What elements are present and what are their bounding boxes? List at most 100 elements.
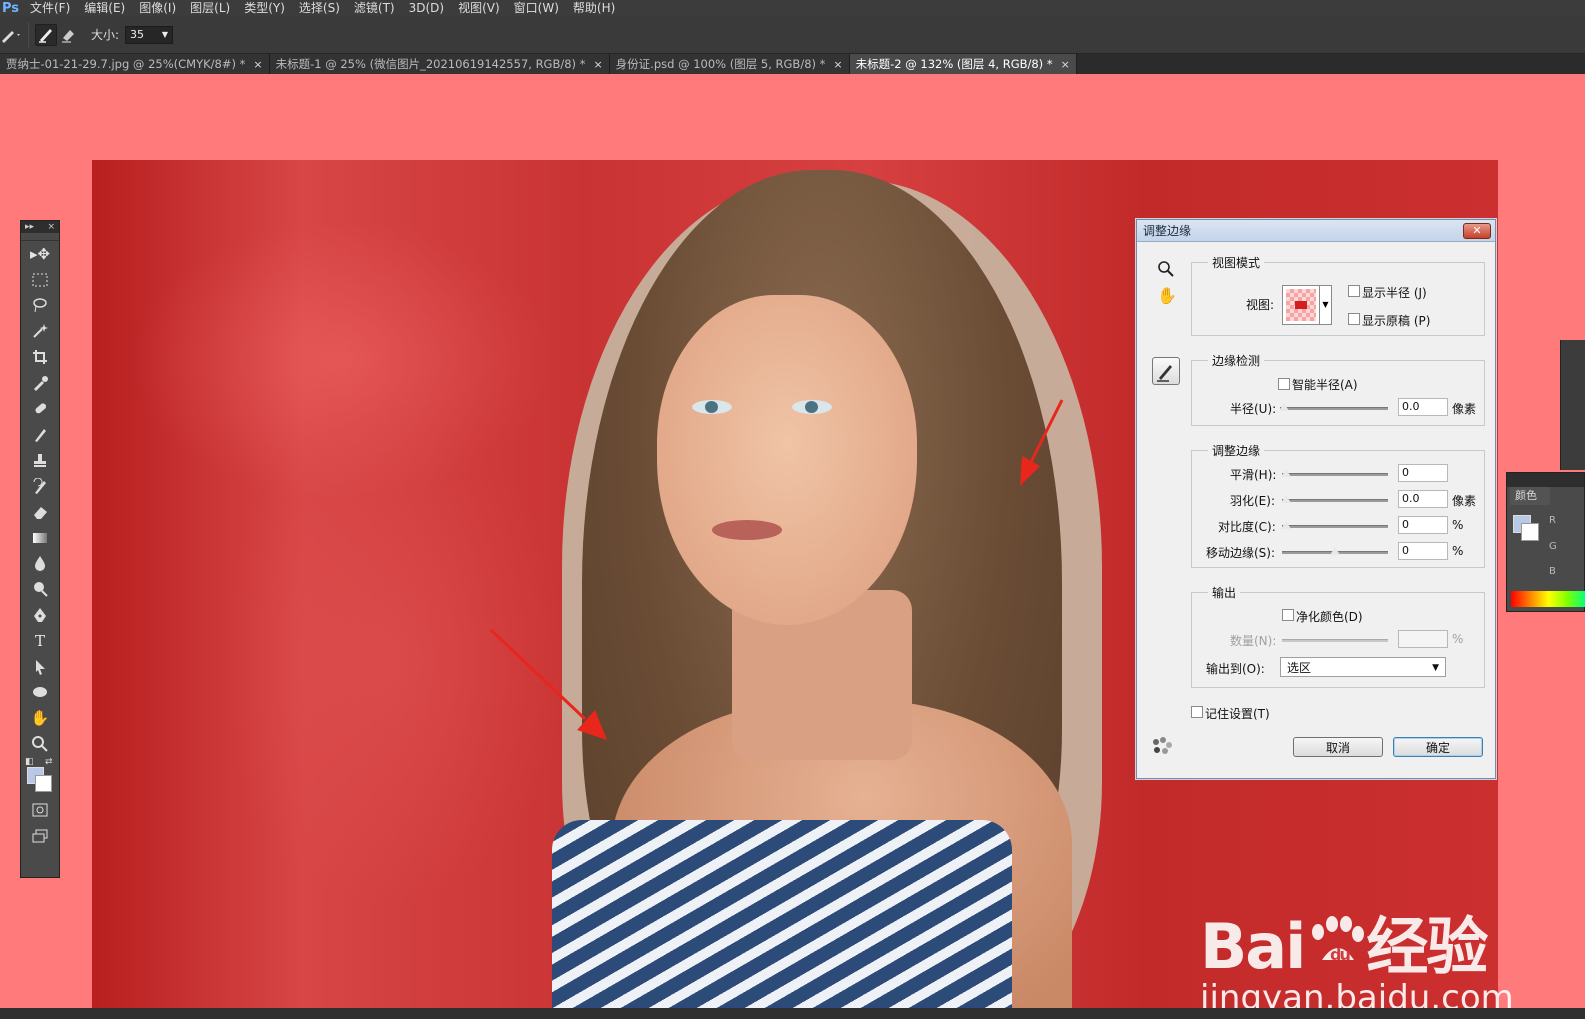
face [657, 295, 917, 625]
annotation-arrow-icon [1020, 399, 1064, 486]
menu-image[interactable]: 图像(I) [139, 1, 176, 15]
screen-mode-icon[interactable] [21, 823, 59, 849]
document-tab[interactable]: 身份证.psd @ 100% (图层 5, RGB/8) * × [609, 54, 850, 74]
zoom-tool-icon[interactable] [21, 731, 59, 757]
color-ramp[interactable] [1511, 591, 1585, 607]
blur-tool-icon[interactable] [21, 551, 59, 577]
smooth-input[interactable]: 0 [1398, 464, 1448, 482]
menu-type[interactable]: 类型(Y) [244, 1, 285, 15]
channel-r-label: R [1549, 515, 1556, 526]
document-tab[interactable]: 未标题-1 @ 25% (微信图片_20210619142557, RGB/8)… [269, 54, 610, 74]
slider-knob[interactable] [1281, 495, 1291, 503]
menu-file[interactable]: 文件(F) [30, 1, 70, 15]
menu-view[interactable]: 视图(V) [458, 1, 500, 15]
amount-input [1398, 630, 1448, 648]
brush-size-field[interactable]: 35 ▼ [125, 25, 174, 44]
smooth-slider[interactable] [1281, 469, 1388, 477]
refine-radius-icon[interactable] [1152, 357, 1180, 385]
menu-filter[interactable]: 滤镜(T) [354, 1, 395, 15]
menu-3d[interactable]: 3D(D) [409, 1, 444, 15]
feather-slider[interactable] [1281, 495, 1388, 503]
dodge-tool-icon[interactable] [21, 576, 59, 602]
type-tool-icon[interactable]: T [21, 628, 59, 654]
close-icon[interactable]: × [253, 58, 262, 71]
menu-edit[interactable]: 编辑(E) [84, 1, 125, 15]
slider-knob[interactable] [1281, 521, 1291, 529]
chevron-down-icon[interactable]: ▼ [162, 30, 168, 39]
magic-wand-tool-icon[interactable] [21, 318, 59, 344]
left-eye [692, 400, 732, 414]
close-icon[interactable]: × [47, 221, 55, 233]
close-icon[interactable]: × [593, 58, 602, 71]
chevron-down-icon[interactable]: ▼ [1319, 286, 1331, 324]
path-selection-tool-icon[interactable] [21, 654, 59, 680]
shift-edge-input[interactable]: 0 [1398, 542, 1448, 560]
collapsed-panel-dock[interactable] [1560, 340, 1585, 470]
slider-knob[interactable] [1330, 547, 1340, 555]
zoom-icon[interactable] [1157, 260, 1175, 282]
ok-button[interactable]: 确定 [1393, 737, 1483, 757]
lasso-tool-icon[interactable] [21, 293, 59, 319]
hand-icon[interactable]: ✋ [1157, 286, 1177, 305]
quick-mask-icon[interactable] [21, 797, 59, 823]
healing-brush-tool-icon[interactable] [21, 396, 59, 422]
close-icon[interactable]: × [833, 58, 842, 71]
edge-detection-legend: 边缘检测 [1208, 352, 1265, 369]
eraser-tool-icon[interactable] [21, 499, 59, 525]
menu-help[interactable]: 帮助(H) [573, 1, 615, 15]
erase-refinements-tool-icon[interactable] [57, 24, 79, 46]
clone-stamp-tool-icon[interactable] [21, 447, 59, 473]
color-swatches[interactable]: ◧ ⇄ [21, 757, 59, 797]
gradient-tool-icon[interactable] [21, 525, 59, 551]
eyedropper-tool-icon[interactable] [21, 370, 59, 396]
smart-radius-checkbox[interactable] [1278, 378, 1290, 390]
amount-slider [1282, 639, 1388, 642]
brush-tool-icon[interactable] [21, 422, 59, 448]
swap-colors-icon[interactable]: ⇄ [45, 757, 53, 767]
chevron-down-icon[interactable]: ▼ [1432, 663, 1439, 673]
hand-tool-icon[interactable]: ✋ [21, 705, 59, 731]
menu-window[interactable]: 窗口(W) [514, 1, 559, 15]
close-icon[interactable]: ✕ [1463, 223, 1491, 239]
default-colors-icon[interactable]: ◧ [25, 757, 34, 767]
refine-radius-tool-icon[interactable] [35, 23, 57, 46]
history-brush-tool-icon[interactable] [21, 473, 59, 499]
lips [712, 520, 782, 540]
document-tab[interactable]: 贾纳士-01-21-29.7.jpg @ 25%(CMYK/8#) * × [0, 54, 270, 74]
panel-grip[interactable] [21, 233, 59, 241]
contrast-input[interactable]: 0 [1398, 516, 1448, 534]
cancel-button[interactable]: 取消 [1293, 737, 1383, 757]
crop-tool-icon[interactable] [21, 344, 59, 370]
tools-panel-header[interactable]: ▸▸ × [21, 221, 59, 233]
tab-color[interactable]: 颜色 [1510, 487, 1550, 505]
close-icon[interactable]: × [1061, 58, 1070, 71]
show-radius-checkbox[interactable] [1348, 285, 1360, 297]
ellipse-tool-icon[interactable] [21, 680, 59, 706]
decontaminate-colors-checkbox[interactable] [1282, 609, 1294, 621]
contrast-slider[interactable] [1281, 521, 1388, 529]
channel-b-label: B [1549, 566, 1556, 577]
shift-edge-slider[interactable] [1282, 547, 1388, 555]
background-color[interactable] [35, 774, 52, 792]
background-color[interactable] [1521, 523, 1539, 541]
menu-select[interactable]: 选择(S) [299, 1, 340, 15]
view-mode-dropdown[interactable]: ▼ [1282, 285, 1332, 325]
radius-input[interactable]: 0.0 [1398, 398, 1448, 416]
color-panel-header[interactable] [1507, 473, 1584, 487]
collapse-icon[interactable]: ▸▸ [25, 221, 34, 233]
show-original-checkbox[interactable] [1348, 313, 1360, 325]
menu-layer[interactable]: 图层(L) [190, 1, 230, 15]
move-tool-icon[interactable]: ▸✥ [21, 241, 59, 267]
marquee-tool-icon[interactable] [21, 267, 59, 293]
slider-knob[interactable] [1281, 469, 1291, 477]
brush-preset-icon[interactable] [0, 24, 22, 46]
pen-tool-icon[interactable] [21, 602, 59, 628]
document-tab-active[interactable]: 未标题-2 @ 132% (图层 4, RGB/8) * × [849, 54, 1077, 74]
output-to-select[interactable]: 选区 ▼ [1280, 657, 1446, 677]
dialog-titlebar[interactable]: 调整边缘 ✕ [1137, 220, 1495, 242]
feather-input[interactable]: 0.0 [1398, 490, 1448, 508]
radius-slider[interactable] [1279, 403, 1388, 411]
remember-settings-checkbox[interactable] [1191, 706, 1203, 718]
document-tab-bar: 贾纳士-01-21-29.7.jpg @ 25%(CMYK/8#) * × 未标… [0, 54, 1585, 74]
slider-knob[interactable] [1279, 403, 1289, 411]
